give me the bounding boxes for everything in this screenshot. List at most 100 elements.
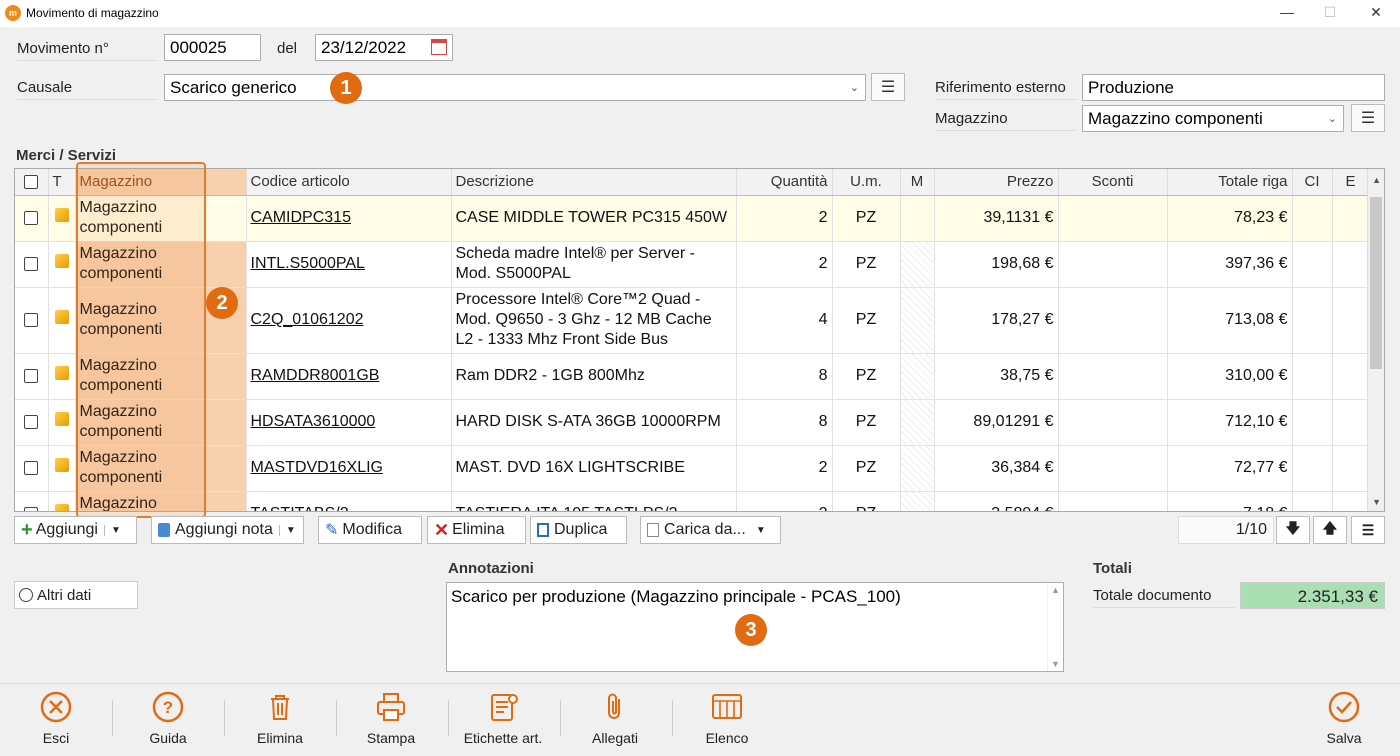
row-checkbox-cell[interactable] (15, 353, 49, 400)
labels-button[interactable]: Etichette art. (453, 690, 553, 750)
col-header-um[interactable]: U.m. (832, 169, 901, 196)
altri-dati-button[interactable]: Altri dati (14, 581, 138, 609)
col-header-sconti[interactable]: Sconti (1058, 169, 1168, 196)
table-row[interactable]: Magazzino componenti RAMDDR8001GB Ram DD… (15, 353, 1370, 400)
product-box-icon (54, 366, 69, 380)
e-cell (1332, 287, 1370, 354)
print-button[interactable]: Stampa (341, 690, 441, 750)
col-header-totale[interactable]: Totale riga (1167, 169, 1293, 196)
scroll-up-icon[interactable]: ▲ (1048, 585, 1063, 595)
col-header-prezzo[interactable]: Prezzo (934, 169, 1059, 196)
move-up-button[interactable]: 🡅 (1313, 516, 1347, 544)
select-all-header[interactable] (15, 169, 49, 196)
maximize-icon[interactable]: ☐ (1320, 4, 1340, 21)
e-cell (1332, 241, 1370, 288)
grid-menu-button[interactable]: ☰ (1351, 516, 1385, 544)
um-cell: PZ (832, 195, 901, 242)
type-cell (48, 195, 76, 242)
attachments-label: Allegati (592, 730, 638, 746)
e-cell (1332, 445, 1370, 492)
row-checkbox-cell[interactable] (15, 399, 49, 446)
col-header-codice[interactable]: Codice articolo (246, 169, 452, 196)
row-checkbox-cell[interactable] (15, 491, 49, 511)
list-view-button[interactable]: Elenco (677, 690, 777, 750)
row-checkbox[interactable] (24, 256, 39, 271)
row-checkbox-cell[interactable] (15, 195, 49, 242)
chevron-down-icon: ⌄ (1327, 113, 1337, 125)
codice-cell[interactable]: RAMDDR8001GB (246, 353, 452, 400)
col-header-ci[interactable]: CI (1292, 169, 1333, 196)
row-checkbox[interactable] (24, 506, 39, 511)
select-all-checkbox[interactable] (24, 175, 39, 190)
scrollbar-thumb[interactable] (1370, 197, 1382, 369)
page-indicator: 1/10 (1178, 516, 1274, 544)
causale-dropdown[interactable]: Scarico generico ⌄ (164, 74, 866, 101)
riferimento-field[interactable]: Produzione (1082, 74, 1385, 101)
edit-button[interactable]: ✎ Modifica (318, 516, 422, 544)
delete-document-button[interactable]: Elimina (230, 690, 330, 750)
prezzo-cell: 36,384 € (934, 445, 1059, 492)
items-grid[interactable]: T Magazzino Codice articolo Descrizione … (14, 168, 1385, 512)
table-row[interactable]: Magazzino componenti HDSATA3610000 HARD … (15, 399, 1370, 446)
grid-vertical-scrollbar[interactable]: ▲ ▼ (1367, 169, 1384, 511)
prezzo-cell: 198,68 € (934, 241, 1059, 288)
scroll-down-icon[interactable]: ▼ (1048, 659, 1063, 669)
row-checkbox-cell[interactable] (15, 241, 49, 288)
add-note-button[interactable]: Aggiungi nota ▼ (151, 516, 304, 544)
riferimento-label: Riferimento esterno (935, 79, 1077, 100)
date-field[interactable]: 23/12/2022 (315, 34, 453, 61)
add-button[interactable]: + Aggiungi ▼ (14, 516, 137, 544)
col-header-e[interactable]: E (1332, 169, 1370, 196)
row-checkbox[interactable] (24, 368, 39, 383)
codice-cell[interactable]: INTL.S5000PAL (246, 241, 452, 288)
row-checkbox[interactable] (24, 312, 39, 327)
delete-button[interactable]: ✕ Elimina (427, 516, 526, 544)
col-header-magazzino[interactable]: Magazzino (75, 169, 247, 196)
exit-circle-x-icon (39, 690, 73, 724)
row-checkbox-cell[interactable] (15, 445, 49, 492)
chevron-down-icon: ⌄ (849, 82, 859, 94)
load-from-button[interactable]: Carica da... ▼ (640, 516, 781, 544)
chevron-down-icon[interactable]: ▼ (278, 524, 296, 536)
scroll-up-icon[interactable]: ▲ (1372, 175, 1381, 185)
divider (672, 700, 673, 736)
help-button[interactable]: ? Guida (118, 690, 218, 750)
codice-cell[interactable]: TASTITABS/2 (246, 491, 452, 511)
save-button[interactable]: Salva (1294, 690, 1394, 750)
magazzino-list-button[interactable]: ☰ (1351, 104, 1385, 132)
totale-cell: 712,10 € (1167, 399, 1293, 446)
grid-header-row: T Magazzino Codice articolo Descrizione … (15, 169, 1370, 196)
col-header-m[interactable]: M (900, 169, 935, 196)
row-checkbox-cell[interactable] (15, 287, 49, 354)
calendar-icon[interactable] (431, 39, 447, 55)
row-checkbox[interactable] (24, 210, 39, 225)
attachments-button[interactable]: Allegati (565, 690, 665, 750)
codice-cell[interactable]: C2Q_01061202 (246, 287, 452, 354)
magazzino-dropdown[interactable]: Magazzino componenti ⌄ (1082, 105, 1344, 132)
causale-list-button[interactable]: ☰ (871, 73, 905, 101)
ci-cell (1292, 399, 1333, 446)
col-header-quantita[interactable]: Quantità (736, 169, 833, 196)
duplicate-button[interactable]: Duplica (530, 516, 627, 544)
close-icon[interactable]: ✕ (1366, 4, 1386, 21)
textarea-scrollbar[interactable]: ▲ ▼ (1047, 583, 1063, 671)
table-row[interactable]: Magazzino componenti MASTDVD16XLIG MAST.… (15, 445, 1370, 492)
scroll-down-icon[interactable]: ▼ (1372, 497, 1381, 507)
row-checkbox[interactable] (24, 414, 39, 429)
callout-1: 1 (330, 72, 362, 104)
table-row[interactable]: Magazzino TASTITABS/2 TASTIERA ITA 105 T… (15, 491, 1370, 511)
col-header-t[interactable]: T (48, 169, 76, 196)
minimize-icon[interactable]: — (1277, 4, 1297, 20)
codice-cell[interactable]: MASTDVD16XLIG (246, 445, 452, 492)
codice-cell[interactable]: CAMIDPC315 (246, 195, 452, 242)
chevron-down-icon[interactable]: ▼ (103, 524, 121, 536)
exit-button[interactable]: Esci (6, 690, 106, 750)
table-row[interactable]: Magazzino componenti INTL.S5000PAL Sched… (15, 241, 1370, 288)
codice-cell[interactable]: HDSATA3610000 (246, 399, 452, 446)
row-checkbox[interactable] (24, 460, 39, 475)
descrizione-cell: HARD DISK S-ATA 36GB 10000RPM (451, 399, 737, 446)
movimento-number-field[interactable]: 000025 (164, 34, 261, 61)
table-row[interactable]: Magazzino componenti CAMIDPC315 CASE MID… (15, 195, 1370, 242)
move-down-button[interactable]: 🡇 (1276, 516, 1310, 544)
col-header-descrizione[interactable]: Descrizione (451, 169, 737, 196)
